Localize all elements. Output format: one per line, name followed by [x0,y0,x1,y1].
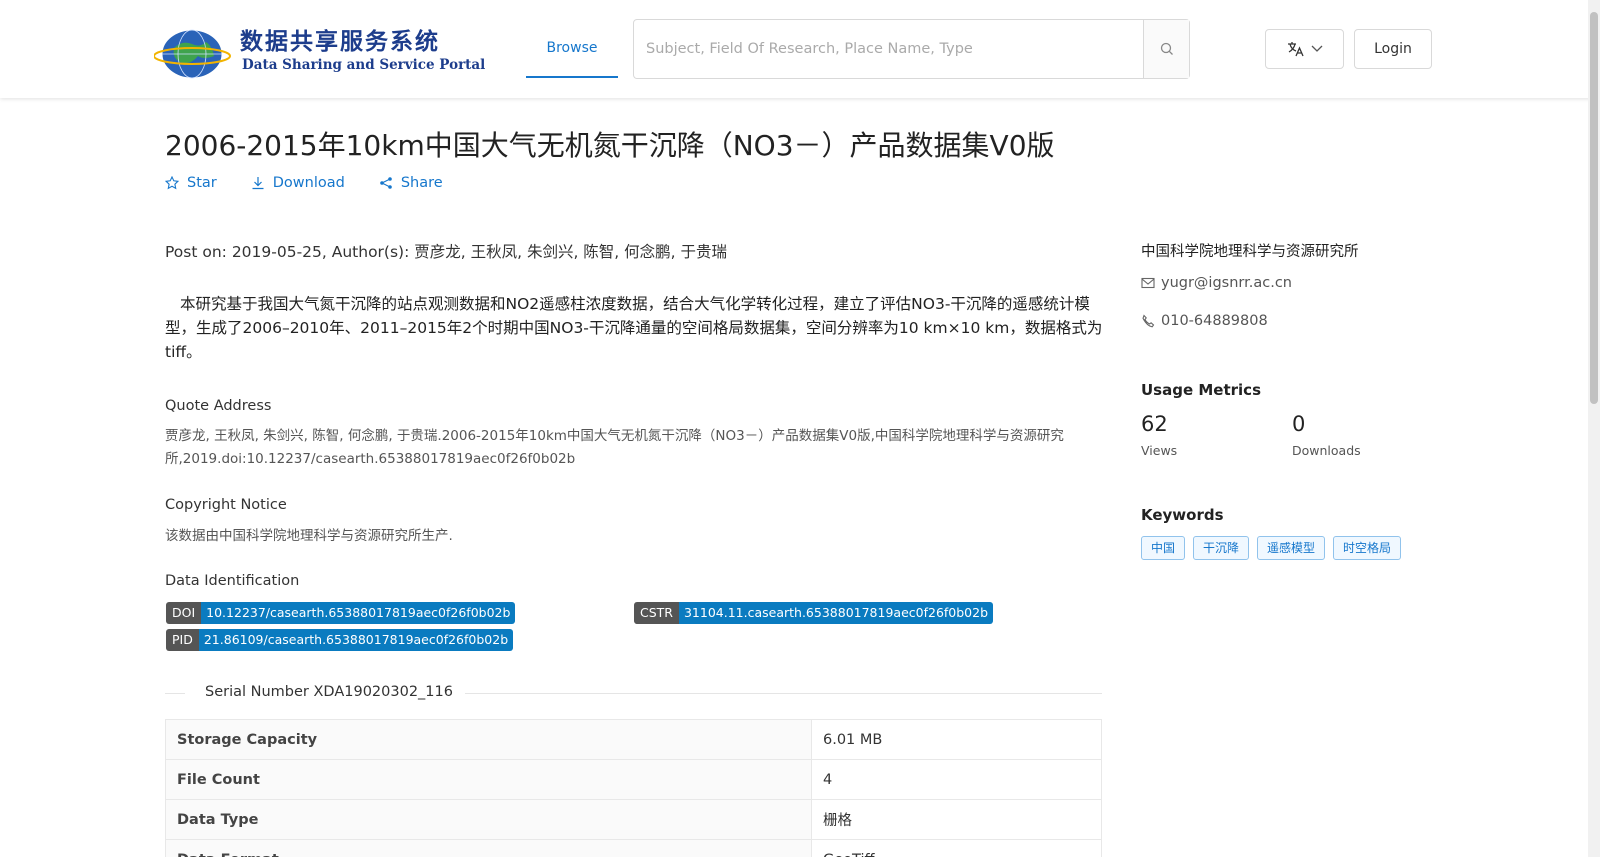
keyword-tag[interactable]: 干沉降 [1193,536,1250,560]
translate-icon [1287,42,1304,57]
keyword-tag[interactable]: 中国 [1141,536,1186,560]
portal-logo[interactable]: 数据共享服务系统 Data Sharing and Service Portal [154,20,485,82]
property-key: Storage Capacity [165,719,812,760]
globe-logo-icon [154,29,231,79]
property-value: 4 [811,759,1102,800]
usage-metrics-title: Usage Metrics [1141,381,1261,399]
doi-badge[interactable]: DOI 10.12237/casearth.65388017819aec0f26… [166,602,516,624]
star-label: Star [187,175,217,191]
login-button[interactable]: Login [1354,29,1432,69]
dataset-actions: Star Download Share [165,172,443,194]
phone-icon [1142,314,1155,328]
keyword-tag[interactable]: 时空格局 [1333,536,1402,560]
chevron-down-icon [1311,45,1322,52]
top-header: 数据共享服务系统 Data Sharing and Service Portal… [0,0,1600,98]
property-value: 6.01 MB [811,719,1102,760]
table-row: Data Format GeoTiff [165,839,1102,857]
downloads-label: Downloads [1292,443,1361,458]
quote-address-label: Quote Address [165,398,272,414]
scrollbar-thumb[interactable] [1590,12,1598,404]
star-icon [165,176,179,190]
table-row: Data Type 栅格 [165,799,1102,840]
download-icon [252,177,264,190]
mail-icon [1141,277,1155,289]
property-value: GeoTiff [811,839,1102,857]
share-label: Share [400,175,443,191]
logo-chinese-title: 数据共享服务系统 [240,28,440,55]
property-value: 栅格 [811,799,1102,840]
phone-text: 010-64889808 [1161,313,1268,329]
publisher-organization: 中国科学院地理科学与资源研究所 [1141,244,1359,260]
logo-english-title: Data Sharing and Service Portal [242,57,486,73]
search-icon [1160,42,1173,55]
post-meta: Post on: 2019-05-25, Author(s): 贾彦龙, 王秋凤… [165,243,728,261]
download-label: Download [272,175,345,191]
page-scrollbar[interactable] [1588,0,1600,857]
data-identification-label: Data Identification [165,573,300,589]
views-count: 62 [1141,412,1168,436]
email-text: yugr@igsnrr.ac.cn [1161,275,1292,291]
property-key: Data Type [165,799,812,840]
contact-phone: 010-64889808 [1141,313,1268,329]
dataset-title: 2006-2015年10km中国大气无机氮干沉降（NO3－）产品数据集V0版 [165,129,1055,162]
quote-address-text: 贾彦龙, 王秋凤, 朱剑兴, 陈智, 何念鹏, 于贵瑞.2006-2015年10… [165,428,1064,467]
contact-email[interactable]: yugr@igsnrr.ac.cn [1141,275,1292,291]
doi-value: 10.12237/casearth.65388017819aec0f26f0b0… [201,602,516,624]
copyright-label: Copyright Notice [165,497,287,513]
keywords-title: Keywords [1141,506,1224,524]
cstr-key: CSTR [634,602,679,624]
keywords-list: 中国 干沉降 遥感模型 时空格局 [1141,536,1402,560]
property-key: File Count [165,759,812,800]
views-label: Views [1141,443,1178,458]
pid-key: PID [166,629,199,651]
search-button[interactable] [1143,20,1189,78]
cstr-badge[interactable]: CSTR 31104.11.casearth.65388017819aec0f2… [634,602,994,624]
keyword-tag[interactable]: 遥感模型 [1257,536,1326,560]
serial-divider-right [465,693,1102,694]
table-row: File Count 4 [165,759,1102,800]
language-switcher[interactable] [1265,29,1344,69]
table-row: Storage Capacity 6.01 MB [165,719,1102,760]
downloads-count: 0 [1292,412,1306,436]
cstr-value: 31104.11.casearth.65388017819aec0f26f0b0… [678,602,994,624]
download-button[interactable]: Download [251,172,345,194]
doi-key: DOI [166,602,202,624]
pid-value: 21.86109/casearth.65388017819aec0f26f0b0… [198,629,514,651]
star-button[interactable]: Star [165,172,217,194]
share-icon [380,177,392,189]
search-box [633,19,1190,79]
share-button[interactable]: Share [379,172,443,194]
copyright-text: 该数据由中国科学院地理科学与资源研究所生产. [165,528,453,544]
serial-number: Serial Number XDA19020302_116 [205,684,453,700]
nav-browse-tab[interactable]: Browse [526,20,618,78]
serial-divider-left [165,693,185,694]
dataset-properties-table: Storage Capacity 6.01 MB File Count 4 Da… [165,719,1102,857]
property-key: Data Format [165,839,812,857]
dataset-abstract: 本研究基于我国大气氮干沉降的站点观测数据和NO2遥感柱浓度数据，结合大气化学转化… [165,295,1103,361]
search-input[interactable] [634,20,1144,78]
pid-badge[interactable]: PID 21.86109/casearth.65388017819aec0f26… [166,629,514,651]
